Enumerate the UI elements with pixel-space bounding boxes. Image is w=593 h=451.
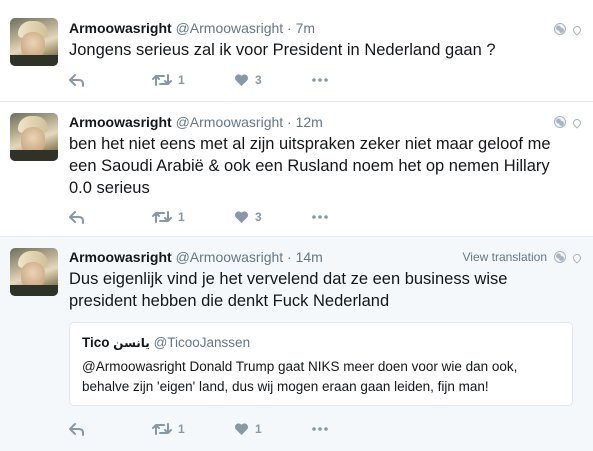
more-button[interactable]	[312, 71, 328, 89]
timestamp[interactable]: · 12m	[287, 114, 323, 130]
like-count: 3	[255, 73, 262, 87]
retweet-button[interactable]: 1	[152, 420, 185, 438]
retweet-count: 1	[178, 210, 185, 224]
globe-icon	[554, 116, 566, 128]
reply-icon	[69, 422, 84, 436]
timestamp[interactable]: · 14m	[287, 249, 323, 265]
more-icon	[312, 78, 328, 82]
heart-icon	[234, 423, 249, 435]
retweet-count: 1	[178, 73, 185, 87]
tweet-header: Armoowasright @Armoowasright · 12m	[69, 113, 323, 131]
location-pin-icon[interactable]	[571, 252, 583, 264]
reply-button[interactable]	[69, 208, 85, 226]
retweet-button[interactable]: 1	[152, 208, 185, 226]
avatar[interactable]	[10, 113, 58, 161]
quoted-tweet-text: @Armoowasright Donald Trump gaat NIKS me…	[82, 359, 518, 394]
user-handle[interactable]: @Armoowasright	[176, 20, 284, 36]
user-name[interactable]: Armoowasright	[69, 114, 172, 130]
quoted-user-name-arabic: يانسن	[113, 336, 150, 350]
tweet-text: ben het niet eens met al zijn uitspraken…	[69, 135, 551, 197]
like-button[interactable]: 3	[234, 71, 262, 89]
more-icon	[312, 427, 328, 431]
more-icon	[312, 215, 328, 219]
heart-icon	[234, 211, 249, 223]
tweet-meta-icons: View translation	[463, 249, 583, 265]
like-count: 3	[255, 210, 262, 224]
like-count: 1	[255, 422, 262, 436]
reply-icon	[69, 73, 84, 87]
user-name[interactable]: Armoowasright	[69, 249, 172, 265]
retweet-button[interactable]: 1	[152, 71, 185, 89]
location-pin-icon[interactable]	[571, 117, 583, 129]
quoted-user-handle[interactable]: @TicooJanssen	[154, 335, 251, 350]
timestamp[interactable]: · 7m	[287, 20, 315, 36]
tweet-text: Jongens serieus zal ik voor President in…	[69, 41, 496, 59]
retweet-count: 1	[178, 422, 185, 436]
quoted-tweet[interactable]: Tico يانسن @TicooJanssen @Armoowasright …	[69, 322, 573, 406]
tweet-meta-icons	[554, 21, 583, 37]
tweet-header: Armoowasright @Armoowasright · 7m	[69, 19, 315, 37]
avatar[interactable]	[10, 248, 58, 296]
globe-icon	[554, 251, 566, 263]
retweet-icon	[152, 211, 172, 223]
more-button[interactable]	[312, 420, 328, 438]
tweet-header: Armoowasright @Armoowasright · 14m	[69, 248, 323, 266]
user-handle[interactable]: @Armoowasright	[176, 249, 284, 265]
like-button[interactable]: 1	[234, 420, 262, 438]
tweet[interactable]: Armoowasright @Armoowasright · 12m ben h…	[0, 102, 593, 237]
retweet-icon	[152, 423, 172, 435]
view-translation-link[interactable]: View translation	[463, 250, 548, 264]
reply-button[interactable]	[69, 420, 85, 438]
more-button[interactable]	[312, 208, 328, 226]
quoted-tweet-header: Tico يانسن @TicooJanssen	[82, 335, 250, 350]
tweet[interactable]: Armoowasright @Armoowasright · 7m Jongen…	[0, 0, 593, 102]
globe-icon	[554, 23, 566, 35]
user-name[interactable]: Armoowasright	[69, 20, 172, 36]
avatar[interactable]	[10, 18, 58, 66]
reply-button[interactable]	[69, 71, 85, 89]
user-handle[interactable]: @Armoowasright	[176, 114, 284, 130]
tweet-meta-icons	[554, 114, 583, 130]
tweet-text: Dus eigenlijk vind je het vervelend dat …	[69, 270, 508, 310]
retweet-icon	[152, 74, 172, 86]
quoted-user-name[interactable]: Tico	[82, 335, 110, 350]
reply-icon	[69, 210, 84, 224]
like-button[interactable]: 3	[234, 208, 262, 226]
location-pin-icon[interactable]	[571, 24, 583, 36]
heart-icon	[234, 74, 249, 86]
